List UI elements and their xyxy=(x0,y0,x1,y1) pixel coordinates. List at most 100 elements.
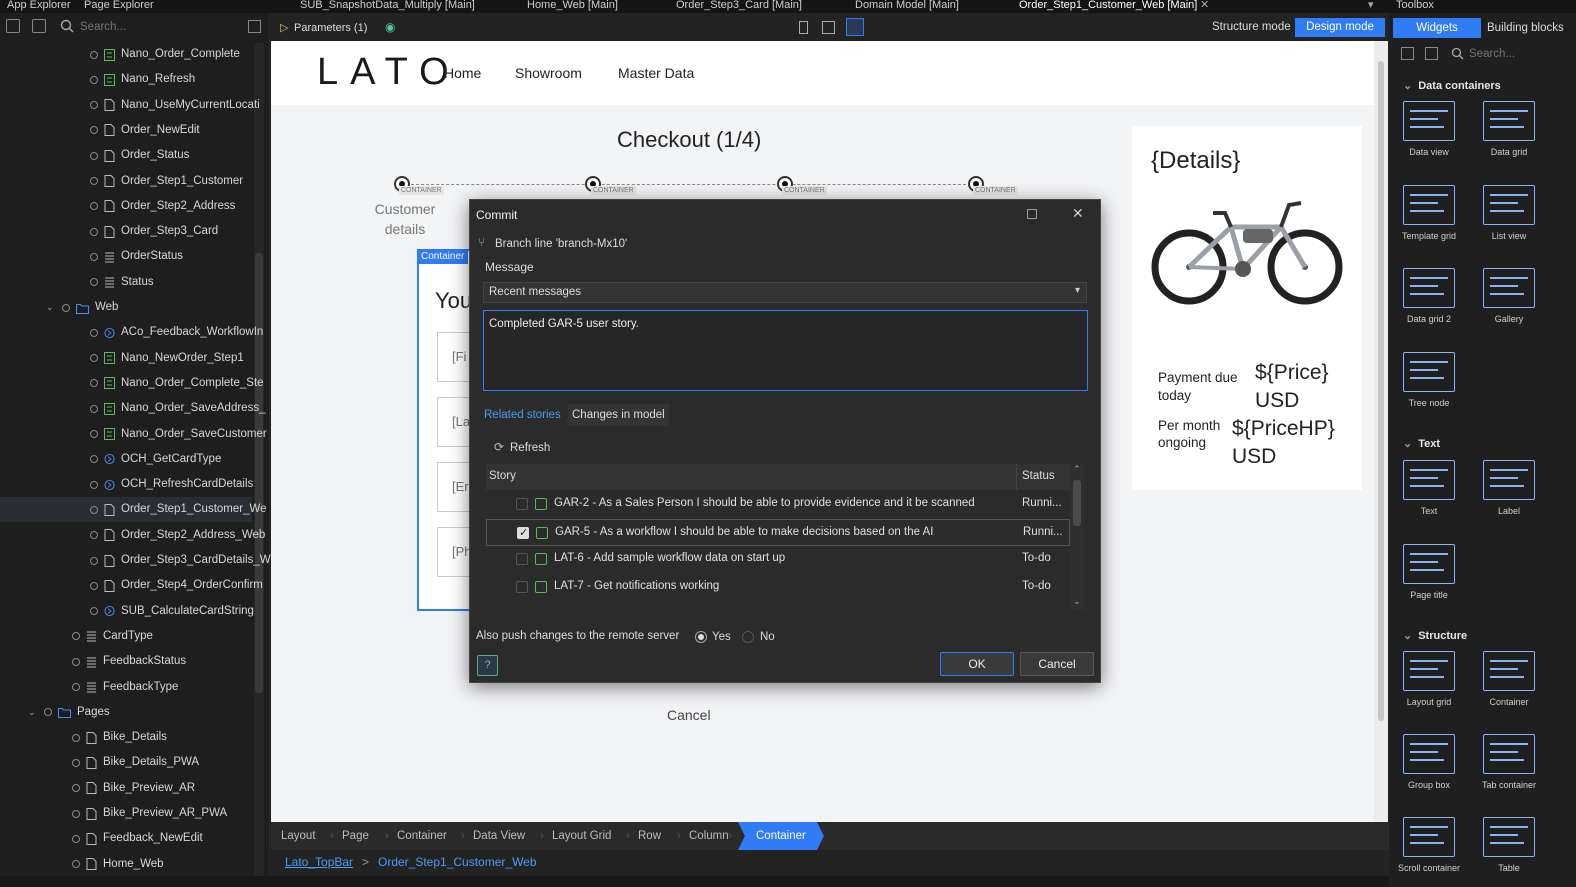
toolbox-tile[interactable]: Container xyxy=(1469,651,1549,707)
tree-item[interactable]: Home_Web xyxy=(0,852,252,877)
doc-tab[interactable]: Home_Web [Main] xyxy=(527,0,618,13)
tree-item[interactable]: OCH_RefreshCardDetails xyxy=(0,472,253,497)
grid-scrollbar[interactable]: ⌃ ⌄ xyxy=(1070,464,1084,610)
tree-folder[interactable]: ⌄ Web xyxy=(0,295,252,320)
tree-item[interactable]: Feedback_NewEdit xyxy=(0,826,252,851)
tree-item[interactable]: Order_Status xyxy=(0,143,252,168)
radio-no[interactable] xyxy=(742,631,754,643)
story-checkbox[interactable] xyxy=(516,581,528,594)
phone-view-icon[interactable] xyxy=(799,21,808,34)
toolbox-tile[interactable]: Data view xyxy=(1389,101,1469,157)
layout-link[interactable]: Lato_TopBar xyxy=(285,855,353,869)
toolbox-tile[interactable]: Template grid xyxy=(1389,185,1469,241)
tab-toolbox[interactable]: Toolbox xyxy=(1396,0,1434,13)
breadcrumb-item[interactable]: Layout xyxy=(281,822,316,850)
tree-item[interactable]: Order_Step2_Address xyxy=(0,194,252,219)
breadcrumb-item[interactable]: Container xyxy=(738,822,824,850)
toolbox-tile[interactable]: Layout grid xyxy=(1389,651,1469,707)
toolbox-tile[interactable]: Label xyxy=(1469,460,1549,516)
tree-item[interactable]: OrderStatus xyxy=(0,244,252,269)
toolbox-tile[interactable]: Scroll container xyxy=(1389,817,1469,873)
story-row[interactable]: GAR-2 - As a Sales Person I should be ab… xyxy=(486,491,1070,518)
cancel-link[interactable]: Cancel xyxy=(667,707,711,723)
tab-related-stories[interactable]: Related stories xyxy=(484,409,561,421)
desktop-view-icon[interactable] xyxy=(846,18,864,36)
breadcrumb-item[interactable]: Layout Grid xyxy=(552,822,611,850)
breadcrumb-item[interactable]: Row xyxy=(638,822,661,850)
toolbox-tile[interactable]: Data grid xyxy=(1469,101,1549,157)
chevron-down-icon[interactable]: ▾ xyxy=(1368,0,1374,13)
tree-item[interactable]: Nano_NewOrder_Step1 xyxy=(0,346,252,371)
toolbox-tile[interactable]: Text xyxy=(1389,460,1469,516)
maximize-icon[interactable] xyxy=(1027,209,1037,219)
close-icon[interactable]: ✕ xyxy=(1072,205,1084,222)
tree-item[interactable]: FeedbackType xyxy=(0,675,252,700)
scrollbar[interactable] xyxy=(254,43,264,883)
tree-item[interactable]: Nano_Order_Complete_Ste xyxy=(0,371,264,396)
doc-tab-active[interactable]: Order_Step1_Customer_Web [Main] xyxy=(1019,0,1197,13)
search-input[interactable] xyxy=(80,18,240,36)
design-mode-button[interactable]: Design mode xyxy=(1295,18,1385,37)
doc-tab[interactable]: SUB_SnapshotData_Multiply [Main] xyxy=(300,0,475,13)
message-textarea[interactable]: Completed GAR-5 user story. xyxy=(483,310,1088,391)
tree-item[interactable]: Nano_Order_Complete xyxy=(0,42,252,67)
story-row[interactable]: ✓ GAR-5 - As a workflow I should be able … xyxy=(486,518,1070,546)
canvas-scrollbar[interactable] xyxy=(1374,41,1388,822)
tab-page-explorer[interactable]: Page Explorer xyxy=(84,0,154,13)
tree-item[interactable]: Status xyxy=(0,270,252,295)
tab-widgets[interactable]: Widgets xyxy=(1393,18,1481,38)
chevron-down-icon[interactable]: ⌄ xyxy=(28,700,38,725)
help-icon[interactable]: ? xyxy=(477,655,498,676)
toolbox-tile[interactable]: Group box xyxy=(1389,734,1469,790)
story-row[interactable]: LAT-6 - Add sample workflow data on star… xyxy=(486,546,1070,573)
filter-icon[interactable] xyxy=(248,20,261,33)
toolbox-tile[interactable]: Tab container xyxy=(1469,734,1549,790)
refresh-button[interactable]: Refresh xyxy=(510,442,550,454)
tab-building-blocks[interactable]: Building blocks xyxy=(1487,22,1564,34)
toolbox-section-header[interactable]: ⌄ Structure xyxy=(1403,629,1467,642)
parameters-button[interactable]: Parameters (1) xyxy=(294,22,367,34)
tree-item[interactable]: ACo_Feedback_WorkflowIn xyxy=(0,320,263,345)
toolbox-tile[interactable]: Table xyxy=(1469,817,1549,873)
nav-showroom[interactable]: Showroom xyxy=(515,65,582,81)
breadcrumb-item[interactable]: Container xyxy=(397,822,447,850)
toolbox-section-header[interactable]: ⌄ Data containers xyxy=(1403,79,1501,92)
toolbox-tile[interactable]: List view xyxy=(1469,185,1549,241)
tree-item[interactable]: Order_Step2_Address_Web xyxy=(0,523,265,548)
breadcrumb-item[interactable]: Data View xyxy=(473,822,525,850)
story-checkbox[interactable] xyxy=(516,553,528,566)
cancel-button[interactable]: Cancel xyxy=(1020,652,1094,676)
tree-item[interactable]: CardType xyxy=(0,624,252,649)
tree-item[interactable]: SUB_CalculateCardString xyxy=(0,599,254,624)
breadcrumb-item[interactable]: Page xyxy=(342,822,369,850)
page-link[interactable]: Order_Step1_Customer_Web xyxy=(378,855,537,869)
doc-tab[interactable]: Domain Model [Main] xyxy=(855,0,959,13)
toolbox-tile[interactable]: Tree node xyxy=(1389,352,1469,408)
tree-item[interactable]: Bike_Details xyxy=(0,725,252,750)
tree-item[interactable]: Order_Step1_Customer xyxy=(0,169,252,194)
collapse-all-icon[interactable] xyxy=(6,19,20,33)
close-tab-icon[interactable]: ✕ xyxy=(1200,0,1209,13)
story-row[interactable]: LAT-7 - Get notifications working To-do xyxy=(486,574,1070,601)
toolbox-section-header[interactable]: ⌄ Text xyxy=(1403,437,1440,450)
tree-item[interactable]: Bike_Details_PWA xyxy=(0,750,252,775)
structure-mode-button[interactable]: Structure mode xyxy=(1212,21,1291,33)
breadcrumb-item[interactable]: Column xyxy=(689,822,729,850)
doc-tab[interactable]: Order_Step3_Card [Main] xyxy=(676,0,802,13)
tree-item[interactable]: Nano_Refresh xyxy=(0,67,252,92)
tab-changes-in-model[interactable]: Changes in model xyxy=(568,404,669,426)
nav-master-data[interactable]: Master Data xyxy=(618,65,694,81)
tree-item[interactable]: Order_Step3_CardDetails_W xyxy=(0,548,271,573)
chevron-down-icon[interactable]: ⌄ xyxy=(46,295,56,320)
link-icon[interactable] xyxy=(32,19,46,33)
list-view-icon[interactable] xyxy=(1425,47,1438,60)
toolbox-tile[interactable]: Data grid 2 xyxy=(1389,268,1469,324)
tree-item[interactable]: Nano_UseMyCurrentLocati xyxy=(0,93,260,118)
tree-item[interactable]: Bike_Preview_AR xyxy=(0,776,252,801)
story-checkbox[interactable] xyxy=(516,498,528,510)
ok-button[interactable]: OK xyxy=(940,652,1014,676)
nav-home[interactable]: Home xyxy=(444,65,481,81)
tree-item[interactable]: Bike_Preview_AR_PWA xyxy=(0,801,252,826)
tree-folder[interactable]: ⌄ Pages xyxy=(0,700,252,725)
toolbox-tile[interactable]: Page title xyxy=(1389,544,1469,600)
